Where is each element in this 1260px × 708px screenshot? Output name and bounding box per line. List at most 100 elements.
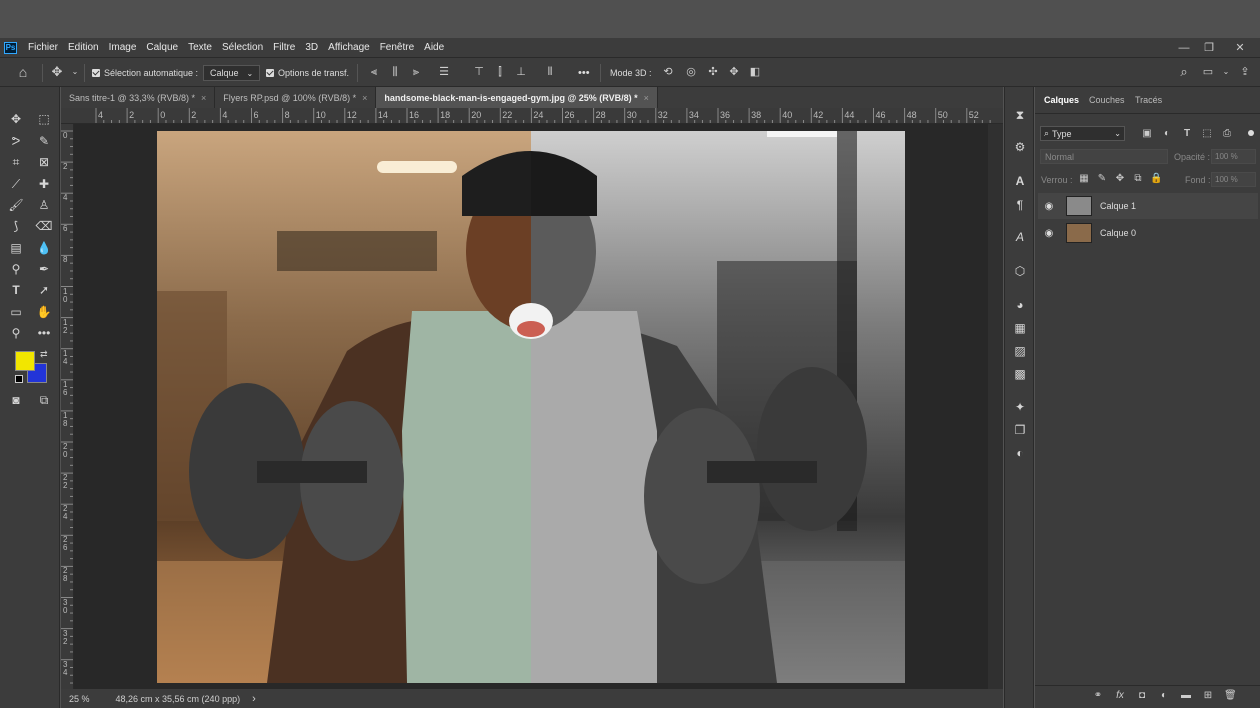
glyphs-panel-icon[interactable]: A bbox=[1012, 229, 1028, 245]
roll-3d-icon[interactable]: ◎ bbox=[684, 65, 698, 79]
blend-mode-dropdown[interactable]: Normal bbox=[1040, 149, 1168, 164]
chevron-down-icon[interactable]: ⌄ bbox=[68, 65, 82, 79]
document-image[interactable] bbox=[157, 131, 905, 683]
menu-affichage[interactable]: Affichage bbox=[323, 42, 375, 53]
tab-sans-titre[interactable]: Sans titre-1 @ 33,3% (RVB/8) * × bbox=[61, 87, 216, 108]
align-middle-icon[interactable]: ⫿ bbox=[493, 65, 507, 79]
minimize-button[interactable]: — bbox=[1172, 38, 1196, 57]
auto-select-checkbox[interactable]: Sélection automatique : bbox=[92, 58, 198, 88]
history-panel-icon[interactable]: ⧗ bbox=[1012, 107, 1028, 123]
character-panel-icon[interactable]: A bbox=[1012, 173, 1028, 189]
align-center-h-icon[interactable]: ⫼ bbox=[388, 65, 402, 79]
crop-tool-icon[interactable]: ⌗ bbox=[5, 152, 27, 172]
transform-options-checkbox[interactable]: Options de transf. bbox=[266, 58, 349, 88]
layer-row-calque-1[interactable]: ◉ Calque 1 bbox=[1038, 193, 1258, 219]
adjustments-panel-icon[interactable]: ◐ bbox=[1012, 445, 1028, 461]
3d-panel-icon[interactable]: ⬡ bbox=[1012, 263, 1028, 279]
pen-tool-icon[interactable]: ✒ bbox=[33, 259, 55, 279]
search-icon[interactable]: ⌕ bbox=[1177, 65, 1191, 79]
menu-texte[interactable]: Texte bbox=[183, 42, 217, 53]
workspace-icon[interactable]: ▭ bbox=[1201, 65, 1215, 79]
screen-mode-icon[interactable]: ⧉ bbox=[33, 390, 55, 410]
status-menu-icon[interactable]: › bbox=[252, 693, 256, 705]
brush-tool-icon[interactable]: 🖌 bbox=[5, 195, 27, 215]
restore-button[interactable]: ❐ bbox=[1197, 38, 1221, 57]
more-tools-icon[interactable]: ••• bbox=[33, 323, 55, 343]
folder-icon[interactable]: ▬ bbox=[1180, 690, 1192, 702]
menu-filtre[interactable]: Filtre bbox=[268, 42, 300, 53]
menu-image[interactable]: Image bbox=[104, 42, 142, 53]
home-icon[interactable]: ⌂ bbox=[16, 65, 30, 79]
lock-artboard-icon[interactable]: ⧉ bbox=[1132, 173, 1144, 185]
lock-position-icon[interactable]: ✥ bbox=[1114, 173, 1126, 185]
mask-icon[interactable]: ◘ bbox=[1136, 690, 1148, 702]
move-tool-icon[interactable]: ✥ bbox=[5, 109, 27, 129]
close-icon[interactable]: × bbox=[201, 93, 206, 103]
zoom-level[interactable]: 25 % bbox=[69, 694, 90, 704]
default-colors-icon[interactable] bbox=[15, 375, 23, 383]
layer-row-calque-0[interactable]: ◉ Calque 0 bbox=[1038, 220, 1258, 246]
close-icon[interactable]: × bbox=[644, 93, 649, 103]
menu-3d[interactable]: 3D bbox=[300, 42, 323, 53]
share-icon[interactable]: ⇪ bbox=[1238, 65, 1252, 79]
filter-shape-icon[interactable]: ⬚ bbox=[1201, 128, 1213, 140]
chevron-down-icon[interactable]: ⌄ bbox=[1219, 65, 1233, 79]
frame-tool-icon[interactable]: ⊠ bbox=[33, 152, 55, 172]
swap-colors-icon[interactable]: ⇄ bbox=[40, 349, 48, 360]
quick-select-tool-icon[interactable]: ✎ bbox=[33, 131, 55, 151]
close-icon[interactable]: × bbox=[362, 93, 367, 103]
lock-all-icon[interactable]: 🔒 bbox=[1150, 173, 1162, 185]
align-top-icon[interactable]: ⊤ bbox=[472, 65, 486, 79]
align-right-icon[interactable]: ⫸ bbox=[409, 65, 423, 79]
align-left-icon[interactable]: ⫷ bbox=[367, 65, 381, 79]
quick-mask-icon[interactable]: ◙ bbox=[5, 390, 27, 410]
filter-type-icon[interactable]: T bbox=[1181, 128, 1193, 140]
foreground-color-swatch[interactable] bbox=[15, 351, 35, 371]
paragraph-panel-icon[interactable]: ¶ bbox=[1012, 197, 1028, 213]
trash-icon[interactable]: 🗑 bbox=[1224, 690, 1237, 702]
align-bottom-icon[interactable]: ⊥ bbox=[514, 65, 528, 79]
rectangle-tool-icon[interactable]: ▭ bbox=[5, 302, 27, 322]
blur-tool-icon[interactable]: 💧 bbox=[33, 238, 55, 258]
swatches-panel-icon[interactable]: ▦ bbox=[1012, 320, 1028, 336]
distribute-v-icon[interactable]: ⦀ bbox=[543, 65, 557, 79]
menu-fichier[interactable]: Fichier bbox=[23, 42, 63, 53]
fill-field[interactable]: 100 % bbox=[1211, 172, 1256, 187]
more-options-button[interactable]: ••• bbox=[578, 58, 590, 88]
menu-fenetre[interactable]: Fenêtre bbox=[375, 42, 419, 53]
eye-icon[interactable]: ◉ bbox=[1042, 228, 1056, 239]
gradients-panel-icon[interactable]: ▨ bbox=[1012, 343, 1028, 359]
lock-transparency-icon[interactable]: ▦ bbox=[1078, 173, 1090, 185]
layer-filter-dropdown[interactable]: ⌕ Type ⌄ bbox=[1040, 126, 1125, 141]
filter-smart-object-icon[interactable]: ⎙ bbox=[1221, 128, 1233, 140]
history-brush-tool-icon[interactable]: ⟆ bbox=[5, 216, 27, 236]
link-icon[interactable]: ⚭ bbox=[1092, 690, 1104, 702]
menu-calque[interactable]: Calque bbox=[141, 42, 183, 53]
properties-panel-icon[interactable]: ⚙ bbox=[1012, 139, 1028, 155]
distribute-h-icon[interactable]: ☰ bbox=[437, 65, 451, 79]
drag-3d-icon[interactable]: ✣ bbox=[706, 65, 720, 79]
tab-traces[interactable]: Tracés bbox=[1135, 95, 1162, 105]
horizontal-ruler[interactable]: 4 2 0 2 4 6 8 10 12 14 16 18 20 22 24 26 28 30 32 34 36 38 40 4… bbox=[61, 108, 1003, 124]
close-window-button[interactable]: ✕ bbox=[1228, 38, 1252, 57]
tab-couches[interactable]: Couches bbox=[1089, 95, 1125, 105]
adjustment-icon[interactable]: ◐ bbox=[1158, 690, 1170, 702]
menu-aide[interactable]: Aide bbox=[419, 42, 449, 53]
filter-toggle[interactable] bbox=[1248, 130, 1254, 136]
gradient-tool-icon[interactable]: ▤ bbox=[5, 238, 27, 258]
healing-brush-tool-icon[interactable]: ✚ bbox=[33, 174, 55, 194]
stamp-tool-icon[interactable]: ♙ bbox=[33, 195, 55, 215]
tab-calques[interactable]: Calques bbox=[1044, 95, 1079, 105]
lasso-tool-icon[interactable]: ᕗ bbox=[5, 131, 27, 151]
patterns-panel-icon[interactable]: ▩ bbox=[1012, 366, 1028, 382]
type-tool-icon[interactable]: T bbox=[5, 280, 27, 300]
hand-tool-icon[interactable]: ✋ bbox=[33, 302, 55, 322]
path-select-tool-icon[interactable]: ➚ bbox=[33, 280, 55, 300]
zoom-tool-icon[interactable]: ⚲ bbox=[5, 323, 27, 343]
filter-adjustment-icon[interactable]: ◐ bbox=[1161, 128, 1173, 140]
menu-selection[interactable]: Sélection bbox=[217, 42, 268, 53]
marquee-tool-icon[interactable]: ⬚ bbox=[33, 109, 55, 129]
vertical-scrollbar[interactable] bbox=[988, 124, 1003, 689]
eyedropper-tool-icon[interactable]: ⟋ bbox=[5, 174, 27, 194]
libraries-panel-icon[interactable]: ❐ bbox=[1012, 422, 1028, 438]
